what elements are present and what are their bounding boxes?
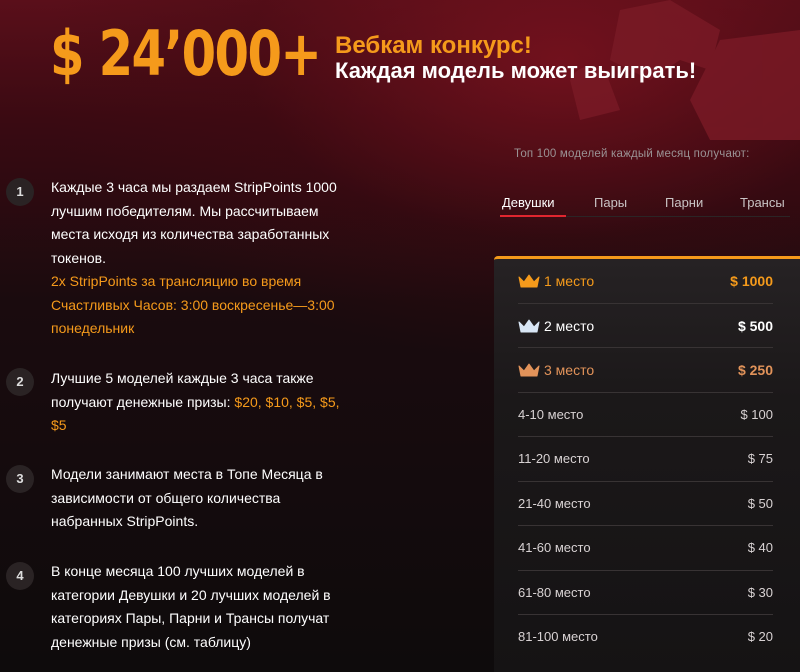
step-1-line: Каждые 3 часа мы раздаем StripPoints 100…	[51, 179, 337, 195]
place-label: 4-10 место	[518, 406, 584, 422]
step-number-badge: 3	[6, 465, 34, 493]
place-label: 11-20 место	[518, 451, 590, 466]
silver-crown-icon	[518, 319, 540, 332]
tab-girls[interactable]: Девушки	[502, 190, 555, 216]
table-row: 11-20 место $ 75	[518, 437, 773, 482]
prize-amount: $ 30	[747, 584, 773, 600]
prize-total-amount: $ 24’000+	[50, 17, 322, 90]
table-row: 81-100 место $ 20	[518, 615, 773, 660]
step-2-line-text: получают денежные призы:	[51, 393, 235, 410]
step-1-line: места исходя из количества заработанных	[51, 226, 330, 242]
table-row: 2 место $ 500	[518, 304, 773, 348]
contest-subtitle: Каждая модель может выиграть!	[335, 58, 697, 83]
step-3-line: Модели занимают места в Топе Месяца в	[51, 466, 323, 482]
table-row: 41-60 место $ 40	[518, 526, 773, 571]
tab-guys[interactable]: Парни	[665, 190, 703, 216]
prize-amount: $ 100	[740, 406, 773, 422]
place-label: 21-40 место	[518, 495, 591, 511]
step-1-text: Каждые 3 часа мы раздаем StripPoints 100…	[51, 176, 371, 341]
step-1-line: лучшим победителям. Мы рассчитываем	[51, 202, 319, 219]
bronze-crown-icon	[518, 363, 540, 377]
prize-amount: $ 250	[737, 362, 773, 378]
step-1-line: токенов.	[51, 249, 106, 266]
step-4-line: категории Девушки и 20 лучших моделей в	[51, 586, 331, 603]
tab-couples[interactable]: Пары	[594, 190, 627, 216]
tabs-divider	[566, 216, 790, 217]
place-label: 3 место	[544, 362, 595, 378]
prize-amount: $ 75	[747, 451, 773, 466]
prize-amount: $ 500	[737, 317, 773, 334]
step-number-badge: 4	[6, 562, 34, 590]
step-2-prize-amounts: $20, $10, $5, $5,	[234, 393, 340, 410]
step-number-badge: 1	[6, 178, 34, 206]
step-1-bonus-line: 2x StripPoints за трансляцию во время	[51, 273, 302, 289]
step-4-line: денежные призы (см. таблицу)	[51, 633, 251, 650]
tab-trans[interactable]: Трансы	[740, 190, 785, 216]
step-3-text: Модели занимают места в Топе Месяца в за…	[51, 463, 371, 534]
table-row: 3 место $ 250	[518, 348, 773, 393]
table-row: 1 место $ 1000	[518, 259, 773, 304]
step-1-bonus-line: понедельник	[51, 320, 135, 336]
step-4-line: В конце месяца 100 лучших моделей в	[51, 563, 305, 579]
place-label: 41-60 место	[518, 540, 591, 555]
place-label: 81-100 место	[518, 629, 598, 644]
step-4-text: В конце месяца 100 лучших моделей в кате…	[51, 560, 371, 654]
prize-amount: $ 50	[747, 495, 773, 511]
step-2-line: Лучшие 5 моделей каждые 3 часа также	[51, 370, 314, 386]
step-2-text: Лучшие 5 моделей каждые 3 часа также пол…	[51, 367, 371, 438]
step-number-badge: 2	[6, 368, 34, 396]
active-tab-indicator	[500, 215, 566, 217]
prize-amount: $ 20	[747, 629, 773, 644]
place-label: 61-80 место	[518, 584, 591, 600]
step-2-line: получают денежные призы: $20, $10, $5, $…	[51, 391, 371, 415]
gold-crown-icon	[518, 274, 540, 288]
prize-amount: $ 40	[747, 540, 773, 555]
step-4-line: категориях Пары, Парни и Трансы получат	[51, 610, 330, 626]
table-row: 4-10 место $ 100	[518, 393, 773, 437]
step-3-line: набранных StripPoints.	[51, 513, 199, 529]
step-3-line: зависимости от общего количества	[51, 489, 281, 506]
prize-table: 1 место $ 1000 2 место $ 500 3 место $ 2…	[494, 256, 800, 672]
place-label: 1 место	[544, 273, 595, 289]
table-row: 61-80 место $ 30	[518, 571, 773, 615]
contest-title: Вебкам конкурс!	[335, 32, 532, 59]
step-1-bonus-line: Счастливых Часов: 3:00 воскресенье—3:00	[51, 296, 335, 313]
place-label: 2 место	[544, 317, 595, 334]
prize-amount: $ 1000	[730, 273, 773, 289]
prize-table-caption: Топ 100 моделей каждый месяц получают:	[514, 148, 750, 160]
step-2-prize-amounts: $5	[51, 417, 67, 433]
table-row: 21-40 место $ 50	[518, 482, 773, 526]
